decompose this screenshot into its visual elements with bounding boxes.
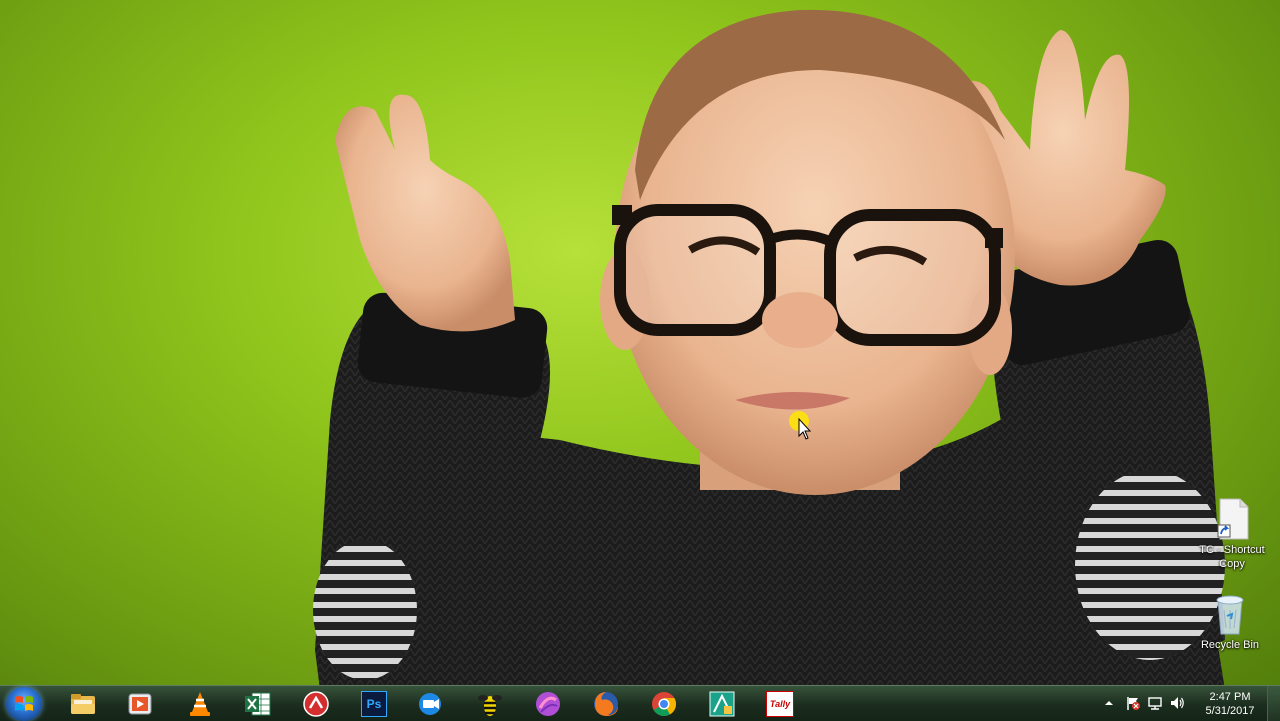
taskbar-video-app[interactable]: [408, 688, 456, 719]
desktop-wallpaper: [313, 9, 1225, 685]
show-hidden-icons-arrow[interactable]: [1103, 695, 1119, 711]
file-shortcut-icon: [1212, 497, 1252, 541]
clock-time: 2:47 PM: [1209, 691, 1251, 703]
taskbar-photoshop[interactable]: Ps: [350, 688, 398, 719]
folder-icon: [69, 690, 97, 718]
taskbar-tally[interactable]: Tally: [756, 688, 804, 719]
network-icon[interactable]: [1147, 695, 1163, 711]
photoshop-icon-text: Ps: [361, 690, 387, 717]
bee-icon: [476, 690, 504, 718]
media-player-icon: [126, 690, 154, 718]
desktop-icon-label-2: Copy: [1219, 558, 1245, 570]
taskbar-purple-app[interactable]: [524, 688, 572, 719]
desktop-icon-recycle-bin[interactable]: Recycle Bin: [1192, 592, 1268, 652]
action-center-flag-icon[interactable]: [1125, 695, 1141, 711]
chrome-icon: [650, 690, 678, 718]
taskbar: Ps Tally 2:47 PM 5/31/2017: [0, 685, 1280, 721]
taskbar-chrome[interactable]: [640, 688, 688, 719]
tally-icon: Tally: [766, 690, 794, 718]
mouse-cursor: [788, 410, 814, 445]
taskbar-excel[interactable]: [234, 688, 282, 719]
windows-start-icon: [15, 696, 33, 711]
show-desktop-button[interactable]: [1267, 686, 1280, 721]
red-circle-app-icon: [302, 690, 330, 718]
video-camera-icon: [418, 690, 446, 718]
taskbar-firefox[interactable]: [582, 688, 630, 719]
taskbar-vlc[interactable]: [176, 688, 224, 719]
purple-orb-icon: [534, 690, 562, 718]
taskbar-media-player[interactable]: [116, 688, 164, 719]
excel-icon: [244, 690, 272, 718]
taskbar-red-app[interactable]: [292, 688, 340, 719]
photoshop-icon: Ps: [360, 690, 388, 718]
vlc-cone-icon: [186, 690, 214, 718]
desktop-icon-label: TC - Shortcut: [1199, 544, 1265, 556]
green-frame-icon: [708, 690, 736, 718]
desktop-icon-label: Recycle Bin: [1200, 639, 1260, 651]
firefox-icon: [592, 690, 620, 718]
start-button[interactable]: [6, 687, 42, 721]
taskbar-bee-app[interactable]: [466, 688, 514, 719]
desktop-icon-tc-shortcut[interactable]: TC - Shortcut Copy: [1194, 497, 1270, 571]
volume-icon[interactable]: [1169, 695, 1185, 711]
clock-date: 5/31/2017: [1205, 705, 1255, 717]
system-tray: 2:47 PM 5/31/2017: [1100, 686, 1280, 721]
tally-icon-text: Tally: [766, 690, 794, 717]
taskbar-windows-explorer[interactable]: [59, 688, 107, 719]
taskbar-clock[interactable]: 2:47 PM 5/31/2017: [1200, 690, 1260, 718]
recycle-bin-icon: [1210, 592, 1250, 636]
taskbar-green-frame-app[interactable]: [698, 688, 746, 719]
